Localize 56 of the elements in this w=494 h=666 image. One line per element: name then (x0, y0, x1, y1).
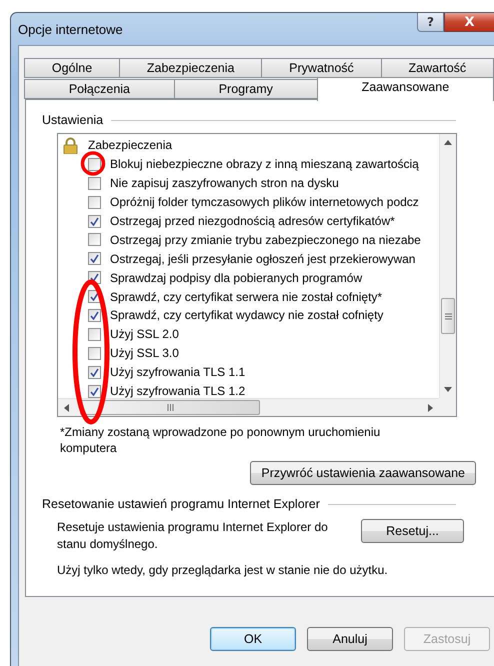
restore-button[interactable]: Przywróć ustawienia zaawansowane (250, 461, 476, 485)
setting-label[interactable]: Użyj szyfrowania TLS 1.1 (110, 365, 246, 380)
group-label: Ustawienia (42, 113, 104, 127)
help-button[interactable]: ? (417, 13, 444, 32)
vertical-scrollbar[interactable] (439, 134, 456, 398)
scroll-left-arrow-icon[interactable] (64, 404, 69, 412)
setting-label[interactable]: Ostrzegaj przed niezgodnością adresów certyfikatów* (110, 214, 395, 228)
checkbox[interactable] (88, 214, 101, 228)
scroll-right-arrow-icon[interactable] (428, 404, 433, 412)
checkbox[interactable] (88, 346, 101, 360)
tab[interactable]: Ogólne (24, 58, 120, 78)
tab[interactable]: Zawartość (380, 58, 494, 78)
window-title: Opcje internetowe (18, 22, 124, 37)
tree-heading: Zabezpieczenia (88, 138, 172, 152)
setting-label[interactable]: Sprawdź, czy certyfikat wydawcy nie został cofnięty (110, 308, 384, 322)
checkbox[interactable] (88, 196, 101, 209)
reset-description: Resetuje ustawienia programu Internet Explorer do stanu domyślnego. (57, 519, 329, 553)
checkbox[interactable] (88, 328, 101, 341)
setting-label[interactable]: Ostrzegaj, jeśli przesyłanie ogłoszeń jest przekierowywan (110, 252, 416, 266)
scroll-down-arrow-icon[interactable] (444, 387, 452, 392)
group-label: Resetowanie ustawień programu Internet Explorer (42, 497, 320, 511)
setting-label[interactable]: Użyj SSL 2.0 (110, 327, 179, 342)
reset-button[interactable]: Resetuj... (361, 519, 464, 543)
tab[interactable]: Programy (174, 79, 318, 99)
lock-icon (63, 136, 78, 154)
close-button[interactable]: X (444, 13, 494, 32)
scroll-thumb[interactable] (80, 400, 260, 415)
tab[interactable]: Połączenia (24, 79, 175, 99)
checkbox[interactable] (88, 176, 101, 190)
horizontal-scrollbar[interactable] (58, 398, 439, 416)
setting-label[interactable]: Użyj szyfrowania TLS 1.2 (110, 384, 246, 398)
scroll-up-arrow-icon[interactable] (444, 140, 452, 145)
setting-label[interactable]: Blokuj niebezpieczne obrazy z inną mieszaną zawartością (110, 157, 419, 172)
setting-label[interactable]: Ostrzegaj przy zmianie trybu zabezpieczonego na niezabe (110, 232, 421, 247)
tab[interactable]: Prywatność (261, 58, 382, 78)
checkbox[interactable] (88, 158, 101, 171)
checkbox[interactable] (88, 233, 101, 246)
tab[interactable]: Zabezpieczenia (119, 58, 262, 78)
grip-icon (166, 404, 174, 411)
setting-label[interactable]: Sprawdź, czy certyfikat serwera nie został cofnięty* (110, 290, 382, 304)
dialog-button[interactable]: OK (210, 627, 296, 651)
dialog-button[interactable]: Anuluj (307, 627, 393, 651)
grip-icon (444, 312, 452, 320)
setting-label[interactable]: Sprawdzaj podpisy dla pobieranych programów (110, 270, 362, 285)
tab[interactable]: Zaawansowane (316, 77, 494, 101)
reset-note: Użyj tylko wtedy, gdy przeglądarka jest w stanie nie do użytku. (57, 563, 389, 577)
scroll-thumb[interactable] (441, 298, 455, 334)
annotation-circle (80, 151, 106, 176)
setting-label[interactable]: Użyj SSL 3.0 (110, 346, 179, 360)
setting-label[interactable]: Opróżnij folder tymczasowych plików internetowych podcz (110, 195, 419, 210)
checkbox[interactable] (88, 384, 101, 398)
checkbox[interactable] (88, 252, 101, 266)
setting-label[interactable]: Nie zapisuj zaszyfrowanych stron na dysku (110, 176, 339, 190)
footnote: *Zmiany zostaną wprowadzone po ponownym uruchomieniu komputera (60, 424, 382, 456)
checkbox[interactable] (88, 366, 101, 379)
checkbox[interactable] (88, 308, 101, 322)
